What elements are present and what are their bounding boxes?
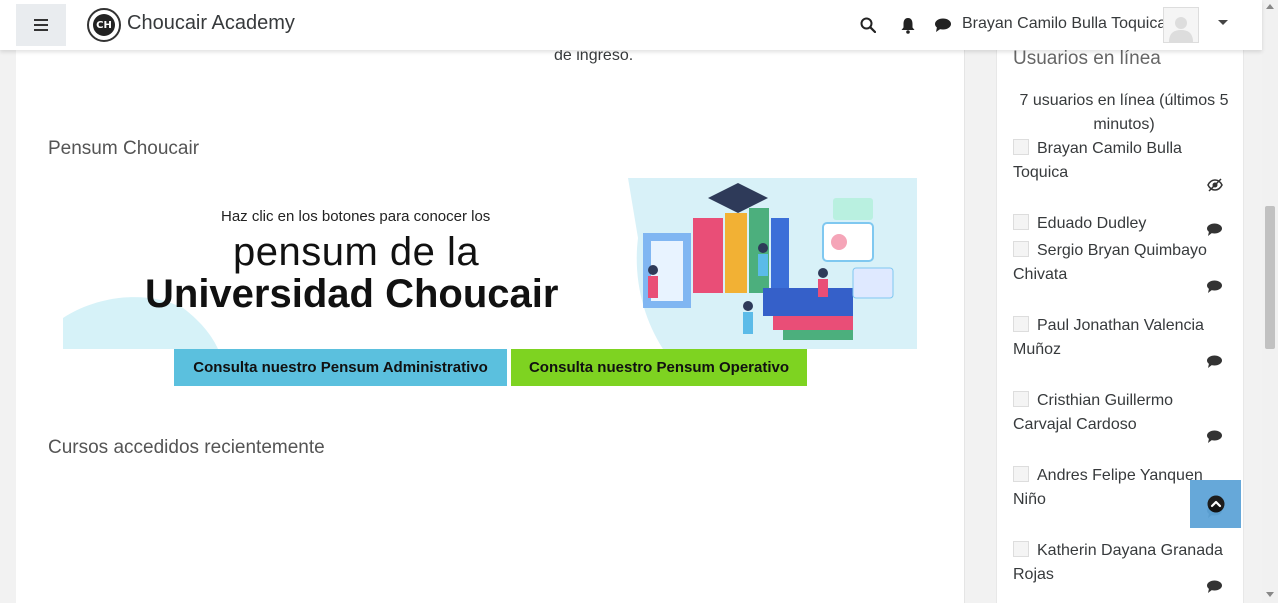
hide-eye-icon[interactable]	[1207, 176, 1223, 200]
user-picture	[1013, 214, 1029, 230]
user-name-link[interactable]: Katherin Dayana Granada Rojas	[1013, 542, 1223, 583]
user-name-link[interactable]: Sergio Bryan Quimbayo Chivata	[1013, 242, 1207, 283]
message-icon[interactable]	[1206, 278, 1223, 302]
scroll-down-arrow[interactable]	[1266, 592, 1274, 597]
user-name-link[interactable]: Paul Jonathan Valencia Muñoz	[1013, 317, 1204, 358]
list-item: Brayan Camilo Bulla Toquica	[1013, 137, 1233, 212]
banner-heading-line1: pensum de la	[233, 230, 480, 274]
block-title: Usuarios en línea	[1013, 48, 1161, 69]
scroll-thumb[interactable]	[1265, 206, 1275, 349]
user-name-link[interactable]: Cristhian Guillermo Carvajal Cardoso	[1013, 392, 1173, 433]
page-scrollbar[interactable]	[1262, 0, 1278, 603]
online-users-summary: 7 usuarios en línea (últimos 5 minutos)	[1019, 92, 1229, 133]
banner-decoration	[63, 178, 917, 349]
pensum-section-title: Pensum Choucair	[48, 138, 200, 159]
banner-subtitle: Haz clic en los botones para conocer los	[221, 208, 491, 225]
recent-courses-title: Cursos accedidos recientemente	[48, 437, 325, 458]
pensum-banner: Haz clic en los botones para conocer los…	[63, 178, 917, 349]
user-picture	[1013, 541, 1029, 557]
list-item: Paul Jonathan Valencia Muñoz	[1013, 314, 1233, 389]
user-picture	[1013, 139, 1029, 155]
site-name[interactable]: Choucair Academy	[127, 12, 295, 35]
notification-bell-icon[interactable]	[898, 15, 918, 35]
list-item: Katherin Dayana Granada Rojas	[1013, 539, 1233, 603]
chevron-down-icon[interactable]	[1218, 20, 1228, 25]
site-logo[interactable]: CH	[87, 8, 121, 42]
banner-heading-line2: Universidad Choucair	[145, 272, 559, 316]
user-picture	[1013, 391, 1029, 407]
hamburger-icon	[34, 19, 48, 31]
top-navbar: CH Choucair Academy Brayan Camilo Bulla …	[0, 0, 1262, 50]
chevron-up-circle-icon	[1207, 495, 1224, 513]
message-icon[interactable]	[1206, 428, 1223, 452]
user-name-link[interactable]: Brayan Camilo Bulla Toquica	[1013, 140, 1182, 181]
user-name-link[interactable]: Andres Felipe Yanquen Niño	[1013, 467, 1203, 508]
pensum-administrativo-button[interactable]: Consulta nuestro Pensum Administrativo	[174, 349, 507, 386]
list-item: Eduado Dudley	[1013, 212, 1233, 239]
list-item: Cristhian Guillermo Carvajal Cardoso	[1013, 389, 1233, 464]
message-icon[interactable]	[1206, 578, 1223, 602]
scroll-up-arrow[interactable]	[1266, 4, 1274, 9]
user-picture	[1013, 241, 1029, 257]
search-icon[interactable]	[858, 15, 878, 35]
list-item: Sergio Bryan Quimbayo Chivata	[1013, 239, 1233, 314]
back-to-top-button[interactable]	[1190, 480, 1241, 528]
avatar[interactable]	[1163, 7, 1199, 43]
user-picture	[1013, 316, 1029, 332]
user-picture	[1013, 466, 1029, 482]
pensum-operativo-button[interactable]: Consulta nuestro Pensum Operativo	[511, 349, 807, 386]
user-menu-name[interactable]: Brayan Camilo Bulla Toquica	[962, 15, 1166, 33]
main-content: de ingreso. Pensum Choucair Haz clic en …	[16, 0, 965, 603]
online-users-list: Brayan Camilo Bulla Toquica Eduado Dudle…	[1013, 137, 1233, 603]
messages-icon[interactable]	[933, 15, 953, 35]
message-icon[interactable]	[1206, 353, 1223, 377]
user-name-link[interactable]: Eduado Dudley	[1037, 215, 1146, 232]
menu-toggle-button[interactable]	[16, 4, 66, 46]
